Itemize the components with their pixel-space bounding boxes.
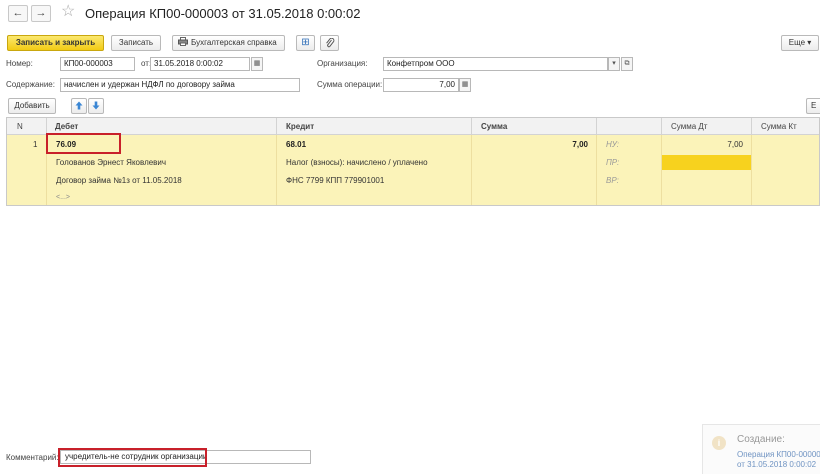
chevron-down-icon: ▾ [612, 60, 616, 67]
attach-button[interactable] [320, 35, 339, 51]
info-icon: i [712, 436, 726, 450]
notification-title: Создание: [737, 434, 785, 445]
content-field[interactable]: начислен и удержан НДФЛ по договору займ… [60, 78, 300, 92]
entries-table: N Дебет Кредит Сумма Сумма Дт Сумма Кт 1… [6, 117, 820, 206]
post-and-close-button[interactable]: Записать и закрыть [7, 35, 104, 51]
more-button[interactable]: Еще ▾ [781, 35, 819, 51]
calendar-icon: ▦ [253, 60, 261, 67]
page-title: Операция КП00-000003 от 31.05.2018 0:00:… [85, 6, 361, 21]
arrow-down-icon [92, 101, 100, 110]
debit-subconto-3[interactable]: <...> [56, 193, 70, 203]
nu-label: НУ: [606, 140, 619, 149]
debit-subconto-2[interactable]: Договор займа №1з от 11.05.2018 [56, 176, 182, 186]
arrow-right-icon: → [35, 7, 47, 19]
header-sum[interactable]: Сумма [481, 118, 507, 135]
calculator-button[interactable]: ▦ [459, 78, 471, 92]
chevron-down-icon: ▾ [807, 38, 812, 47]
accounting-report-label: Бухгалтерская справка [191, 38, 277, 47]
credit-subconto-1[interactable]: Налог (взносы): начислено / уплачено [286, 158, 428, 168]
annotation-box-comment [58, 448, 207, 467]
notification-popup[interactable]: i Создание: Операция КП00-000003 от 31.0… [702, 424, 820, 474]
more-label: Еще [788, 38, 806, 47]
notification-link-line2[interactable]: от 31.05.2018 0:00:02 [737, 460, 816, 469]
row-number: 1 [33, 140, 38, 149]
sum-dt-value[interactable]: 7,00 [671, 140, 743, 150]
credit-account[interactable]: 68.01 [286, 140, 306, 150]
back-button[interactable]: ← [8, 5, 28, 22]
comment-label: Комментарий: [6, 453, 59, 462]
organization-label: Организация: [317, 59, 368, 68]
number-field[interactable]: КП00-000003 [60, 57, 135, 71]
pr-label: ПР: [606, 158, 620, 167]
structure-button[interactable]: ⊞ [296, 35, 315, 51]
annotation-box-debit [46, 133, 121, 154]
organization-dropdown-button[interactable]: ▾ [608, 57, 620, 71]
header-credit[interactable]: Кредит [286, 118, 314, 135]
accounting-report-button[interactable]: Бухгалтерская справка [172, 35, 285, 51]
open-link-icon: ⧉ [624, 60, 630, 67]
move-up-button[interactable] [71, 98, 87, 114]
number-label: Номер: [6, 59, 33, 68]
forward-button[interactable]: → [31, 5, 51, 22]
content-label: Содержание: [6, 80, 55, 89]
credit-subconto-2[interactable]: ФНС 7799 КПП 779901001 [286, 176, 384, 186]
debit-subconto-1[interactable]: Голованов Эрнест Яковлевич [56, 158, 166, 168]
calculator-icon: ▦ [461, 81, 469, 88]
printer-icon [178, 37, 188, 46]
star-icon[interactable]: ☆ [61, 3, 75, 21]
sum-dt-pr-cell[interactable] [662, 155, 751, 170]
operation-amount-field[interactable]: 7,00 [383, 78, 459, 92]
header-sum-kt[interactable]: Сумма Кт [761, 118, 797, 135]
sum-value[interactable]: 7,00 [481, 140, 588, 150]
operation-amount-label: Сумма операции: [317, 80, 383, 89]
arrow-up-icon [75, 101, 83, 110]
add-row-button[interactable]: Добавить [8, 98, 56, 114]
move-down-button[interactable] [88, 98, 104, 114]
date-field[interactable]: 31.05.2018 0:00:02 [150, 57, 250, 71]
header-sum-dt[interactable]: Сумма Дт [671, 118, 707, 135]
structure-icon: ⊞ [301, 37, 310, 48]
organization-open-button[interactable]: ⧉ [621, 57, 633, 71]
save-button[interactable]: Записать [111, 35, 161, 51]
calendar-button[interactable]: ▦ [251, 57, 263, 71]
arrow-left-icon: ← [12, 7, 24, 19]
vr-label: ВР: [606, 176, 619, 185]
header-n[interactable]: N [17, 118, 23, 135]
table-more-button[interactable]: Е [806, 98, 820, 114]
organization-field[interactable]: Конфетпром ООО [383, 57, 608, 71]
paperclip-icon [325, 37, 334, 48]
table-header: N Дебет Кредит Сумма Сумма Дт Сумма Кт [7, 118, 819, 135]
notification-link-line1[interactable]: Операция КП00-000003 [737, 450, 820, 459]
